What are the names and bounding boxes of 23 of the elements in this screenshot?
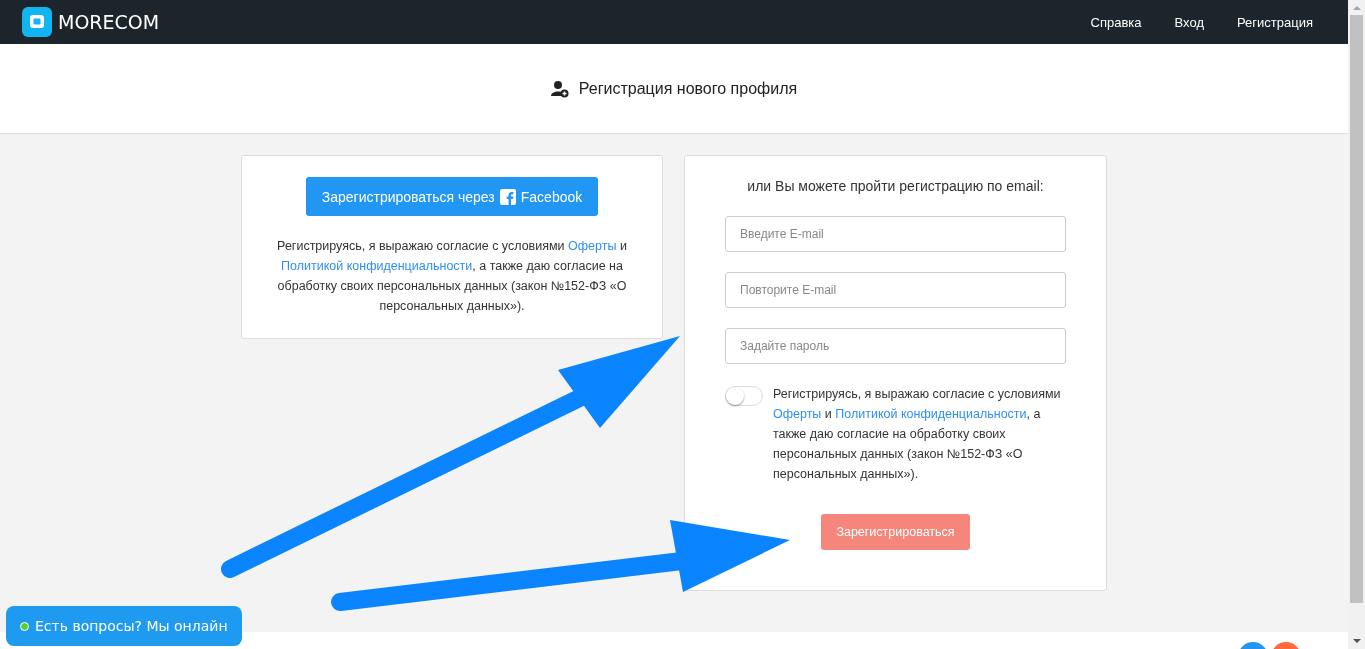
brand-name[interactable]: MORECOM [58, 11, 160, 33]
scroll-up-icon[interactable] [1352, 6, 1361, 10]
nav-link[interactable]: Регистрация [1237, 14, 1313, 30]
consent-link[interactable]: Оферты [773, 407, 822, 421]
page-title: Регистрация нового профиля [578, 79, 798, 98]
input-field[interactable]: Введите E-mail [725, 216, 1066, 252]
consent-link[interactable]: Оферты [568, 239, 617, 253]
input-field[interactable]: Задайте пароль [725, 328, 1066, 364]
chat-button[interactable]: Есть вопросы? Мы онлайн [6, 606, 242, 646]
consent-text: Регистрируясь, я выражаю согласие с условиями Оферты и Политикой конфиденциальности, а также даю согласие на обработку своих персональных данных (закон №152-ФЗ «О персональных данных»). [773, 386, 1062, 483]
facebook-icon [499, 188, 516, 205]
add-user-icon [550, 79, 569, 98]
consent-link[interactable]: Политикой конфиденциальности [835, 407, 1027, 421]
logo-icon[interactable] [22, 7, 52, 37]
input-field[interactable]: Повторите E-mail [725, 272, 1066, 308]
nav-link[interactable]: Справка [1090, 14, 1142, 30]
consent-text: Регистрируясь, я выражаю согласие с условиями Оферты и Политикой конфиденциальности, а также даю согласие на обработку своих персональных данных (закон №152-ФЗ «О персональных данных»). [276, 238, 628, 315]
facebook-button[interactable]: Зарегистрироваться через Facebook [305, 177, 599, 216]
nav-link[interactable]: Вход [1174, 14, 1204, 30]
scrollbar-thumb[interactable] [1350, 15, 1363, 603]
email-heading: или Вы можете пройти регистрацию по email: [746, 178, 1045, 194]
consent-toggle[interactable] [725, 386, 763, 406]
scroll-down-icon[interactable] [1352, 639, 1361, 643]
